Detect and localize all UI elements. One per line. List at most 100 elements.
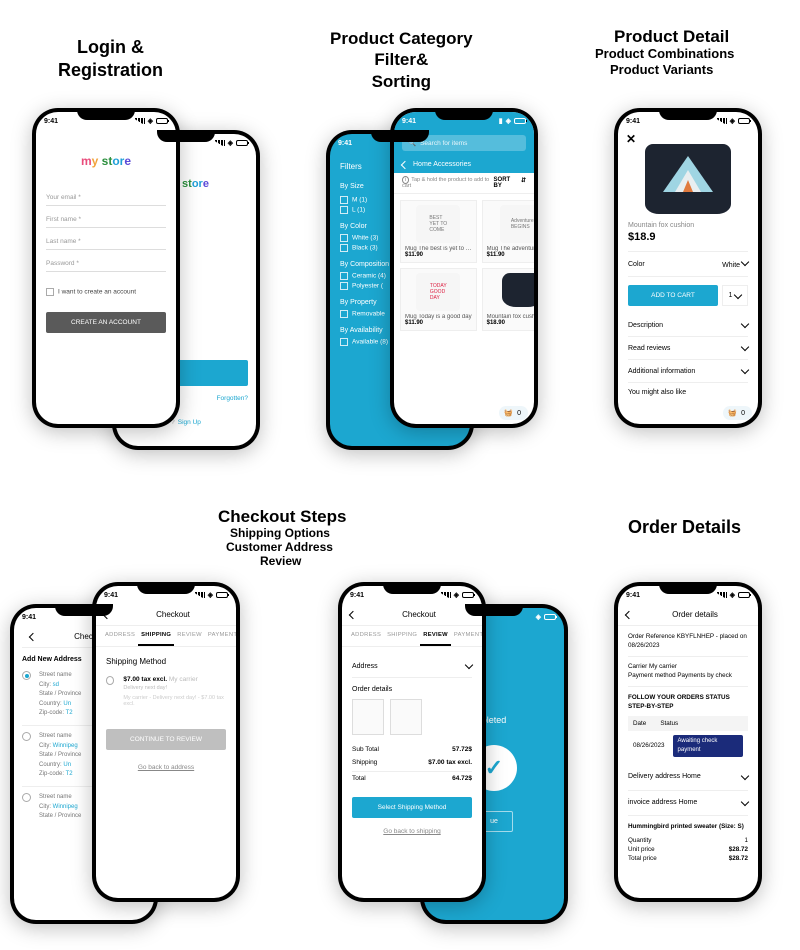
tab-payment[interactable]: PAYMENT <box>451 626 482 646</box>
chevron-down-icon <box>741 258 749 266</box>
back-icon[interactable] <box>349 610 357 618</box>
invoice-address-row[interactable]: invoice address Home <box>628 791 748 817</box>
email-field[interactable]: Your email * <box>46 188 166 206</box>
reviews-row[interactable]: Read reviews <box>628 337 748 360</box>
unit-price-label: Unit price <box>628 845 655 854</box>
address-card[interactable]: Street name City: Winnipeg State / Provi… <box>39 793 81 822</box>
notch <box>659 582 717 594</box>
carrier-text: Carrier My carrier <box>628 662 748 671</box>
notch <box>55 604 113 616</box>
firstname-field[interactable]: First name * <box>46 210 166 228</box>
address-card[interactable]: Street name City: Winnipeg State / Provi… <box>39 732 81 780</box>
page-title: Checkout <box>118 610 228 619</box>
section-detail-sub1: Product Combinations <box>595 46 734 62</box>
tab-shipping[interactable]: SHIPPING <box>138 626 174 646</box>
qty-select[interactable]: 1 <box>722 285 748 306</box>
shipping-price: $7.00 tax excl. <box>123 676 167 683</box>
logo: my store <box>46 154 166 168</box>
tab-address[interactable]: ADDRESS <box>348 626 384 646</box>
notch <box>465 604 523 616</box>
shipping-method-heading: Shipping Method <box>106 657 226 666</box>
tab-review[interactable]: REVIEW <box>174 626 205 646</box>
signal-icon <box>717 118 727 124</box>
shipping-label: Shipping <box>352 759 377 766</box>
phone-product-detail: 9:41 ◈ ✕ Mountain fox cushion $18.9 Colo… <box>614 108 762 428</box>
battery-icon <box>216 592 228 598</box>
chevron-down-icon <box>741 320 749 328</box>
product-image <box>500 273 534 311</box>
cart-fab[interactable]: 🧺0 <box>723 406 752 420</box>
signal-icon <box>195 592 205 598</box>
product-tile[interactable]: BESTYET TOCOME Mug The best is yet to … … <box>400 200 477 263</box>
product-tile[interactable]: Mountain fox cushion $18.90 <box>482 268 534 331</box>
forgot-link[interactable]: Forgotten? <box>217 395 248 402</box>
product-price: $11.90 <box>405 320 472 326</box>
tab-review[interactable]: REVIEW <box>420 626 451 646</box>
additional-info-row[interactable]: Additional information <box>628 360 748 383</box>
status-header: Status <box>660 719 678 728</box>
phone-login-front: 9:41 ◈ my store Your email * First name … <box>32 108 180 428</box>
chevron-down-icon <box>741 366 749 374</box>
back-to-address-link[interactable]: Go back to address <box>106 764 226 771</box>
continue-review-button[interactable]: CONTINUE TO REVIEW <box>106 729 226 750</box>
cart-fab[interactable]: 🧺0 <box>499 406 528 420</box>
address-radio[interactable] <box>22 671 31 680</box>
sort-button[interactable]: SORT BY⇵ <box>494 177 526 189</box>
delivery-address-row[interactable]: Delivery address Home <box>628 765 748 791</box>
signal-icon <box>135 118 145 124</box>
add-to-cart-button[interactable]: ADD TO CART <box>628 285 718 306</box>
product-tile[interactable]: AdventureBEGINS Mug The adventure begins… <box>482 200 534 263</box>
section-checkout-sub1: Shipping Options <box>230 526 330 541</box>
product-tile[interactable]: TODAYGOODDAY Mug Today is a good day $11… <box>400 268 477 331</box>
subtotal-label: Sub Total <box>352 746 379 753</box>
select-shipping-button[interactable]: Select Shipping Method <box>352 797 472 818</box>
lastname-field[interactable]: Last name * <box>46 232 166 250</box>
battery-icon <box>738 118 750 124</box>
chevron-down-icon <box>734 290 742 298</box>
status-time: 9:41 <box>350 592 364 599</box>
review-address-row[interactable]: Address <box>352 655 472 678</box>
status-badge: Awaiting check payment <box>673 735 743 757</box>
shipping-carrier: My carrier <box>169 676 198 683</box>
order-item-thumb <box>390 699 422 735</box>
address-radio[interactable] <box>22 732 31 741</box>
password-field[interactable]: Password * <box>46 254 166 272</box>
create-account-button[interactable]: CREATE AN ACCOUNT <box>46 312 166 333</box>
signal-icon <box>215 140 225 146</box>
create-account-checkbox[interactable]: I want to create an account <box>46 288 166 296</box>
product-price: $18.90 <box>487 320 534 326</box>
notch <box>157 130 215 142</box>
back-to-shipping-link[interactable]: Go back to shipping <box>352 828 472 835</box>
status-time: 9:41 <box>402 118 416 125</box>
back-icon[interactable] <box>29 632 37 640</box>
tab-payment[interactable]: PAYMENT <box>205 626 236 646</box>
wifi-icon: ◈ <box>730 117 735 125</box>
status-time: 9:41 <box>104 592 118 599</box>
tab-address[interactable]: ADDRESS <box>102 626 138 646</box>
color-label: Color <box>628 261 645 268</box>
address-card[interactable]: Street name City: sd State / Province Co… <box>39 671 81 719</box>
description-row[interactable]: Description <box>628 314 748 337</box>
phone-category: 9:41 ▮◈ 🔍Search for items Home Accessori… <box>390 108 538 428</box>
date-header: Date <box>633 719 646 728</box>
address-radio[interactable] <box>22 793 31 802</box>
product-price: $11.90 <box>405 252 472 258</box>
shipping-radio[interactable] <box>106 676 114 685</box>
section-order-title: Order Details <box>628 516 741 539</box>
product-name: Mountain fox cushion <box>628 222 748 229</box>
item-name: Hummingbird printed sweater (Size: S) <box>628 822 748 831</box>
cart-icon: 🧺 <box>504 409 513 417</box>
topbar: Checkout <box>342 604 482 626</box>
breadcrumb[interactable]: Home Accessories <box>394 156 534 173</box>
tab-shipping[interactable]: SHIPPING <box>384 626 420 646</box>
color-select[interactable]: Color White <box>628 251 748 277</box>
close-button[interactable]: ✕ <box>626 132 636 146</box>
notch <box>659 108 717 120</box>
search-placeholder: Search for items <box>420 140 467 147</box>
product-image: BESTYET TOCOME <box>416 205 460 243</box>
battery-icon <box>156 118 168 124</box>
hint-text: iTap & hold the product to add to cart <box>402 177 494 189</box>
payment-text: Payment method Payments by check <box>628 671 748 680</box>
date-value: 08/26/2023 <box>633 741 665 750</box>
back-icon[interactable] <box>625 610 633 618</box>
